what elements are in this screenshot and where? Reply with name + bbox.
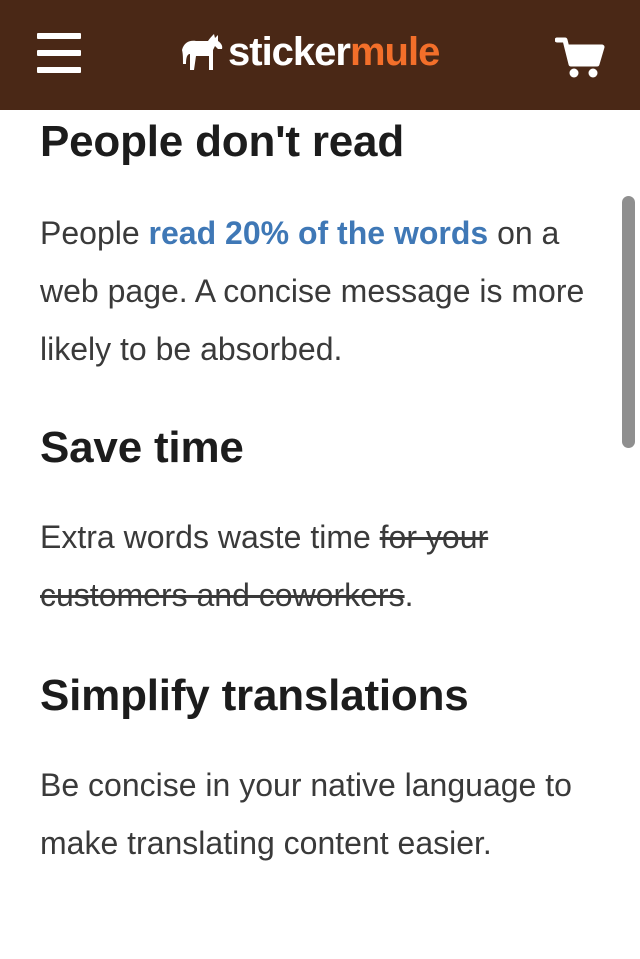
shopping-cart-icon[interactable]: [554, 36, 605, 80]
section-heading: People don't read: [40, 117, 405, 166]
brand-logo[interactable]: stickermule: [180, 28, 440, 76]
hamburger-menu-icon[interactable]: [37, 33, 81, 73]
section-paragraph: Extra words waste time for your customer…: [40, 508, 600, 624]
section-people-dont-read: People don't read People read 20% of the…: [40, 110, 600, 378]
section-heading: Simplify translations: [40, 671, 469, 720]
read-20-percent-link[interactable]: read 20% of the words: [149, 215, 489, 251]
paragraph-text: People: [40, 215, 149, 251]
section-paragraph: People read 20% of the words on a web pa…: [40, 204, 600, 378]
mule-logo-icon: [182, 34, 223, 70]
top-nav-bar: stickermule: [0, 0, 640, 110]
brand-name-mule: mule: [349, 30, 440, 74]
section-save-time: Save time Extra words waste time for you…: [40, 416, 600, 624]
paragraph-text: Extra words waste time: [40, 519, 380, 555]
vertical-scrollbar[interactable]: [622, 196, 635, 448]
paragraph-text: .: [404, 577, 414, 613]
section-paragraph: Be concise in your native language to ma…: [40, 767, 572, 861]
section-simplify-translations: Simplify translations Be concise in your…: [40, 664, 600, 872]
brand-name-sticker: sticker: [228, 30, 351, 74]
page: stickermule People don't read People rea…: [0, 0, 640, 959]
article-content: People don't read People read 20% of the…: [40, 110, 600, 872]
section-heading: Save time: [40, 423, 244, 472]
